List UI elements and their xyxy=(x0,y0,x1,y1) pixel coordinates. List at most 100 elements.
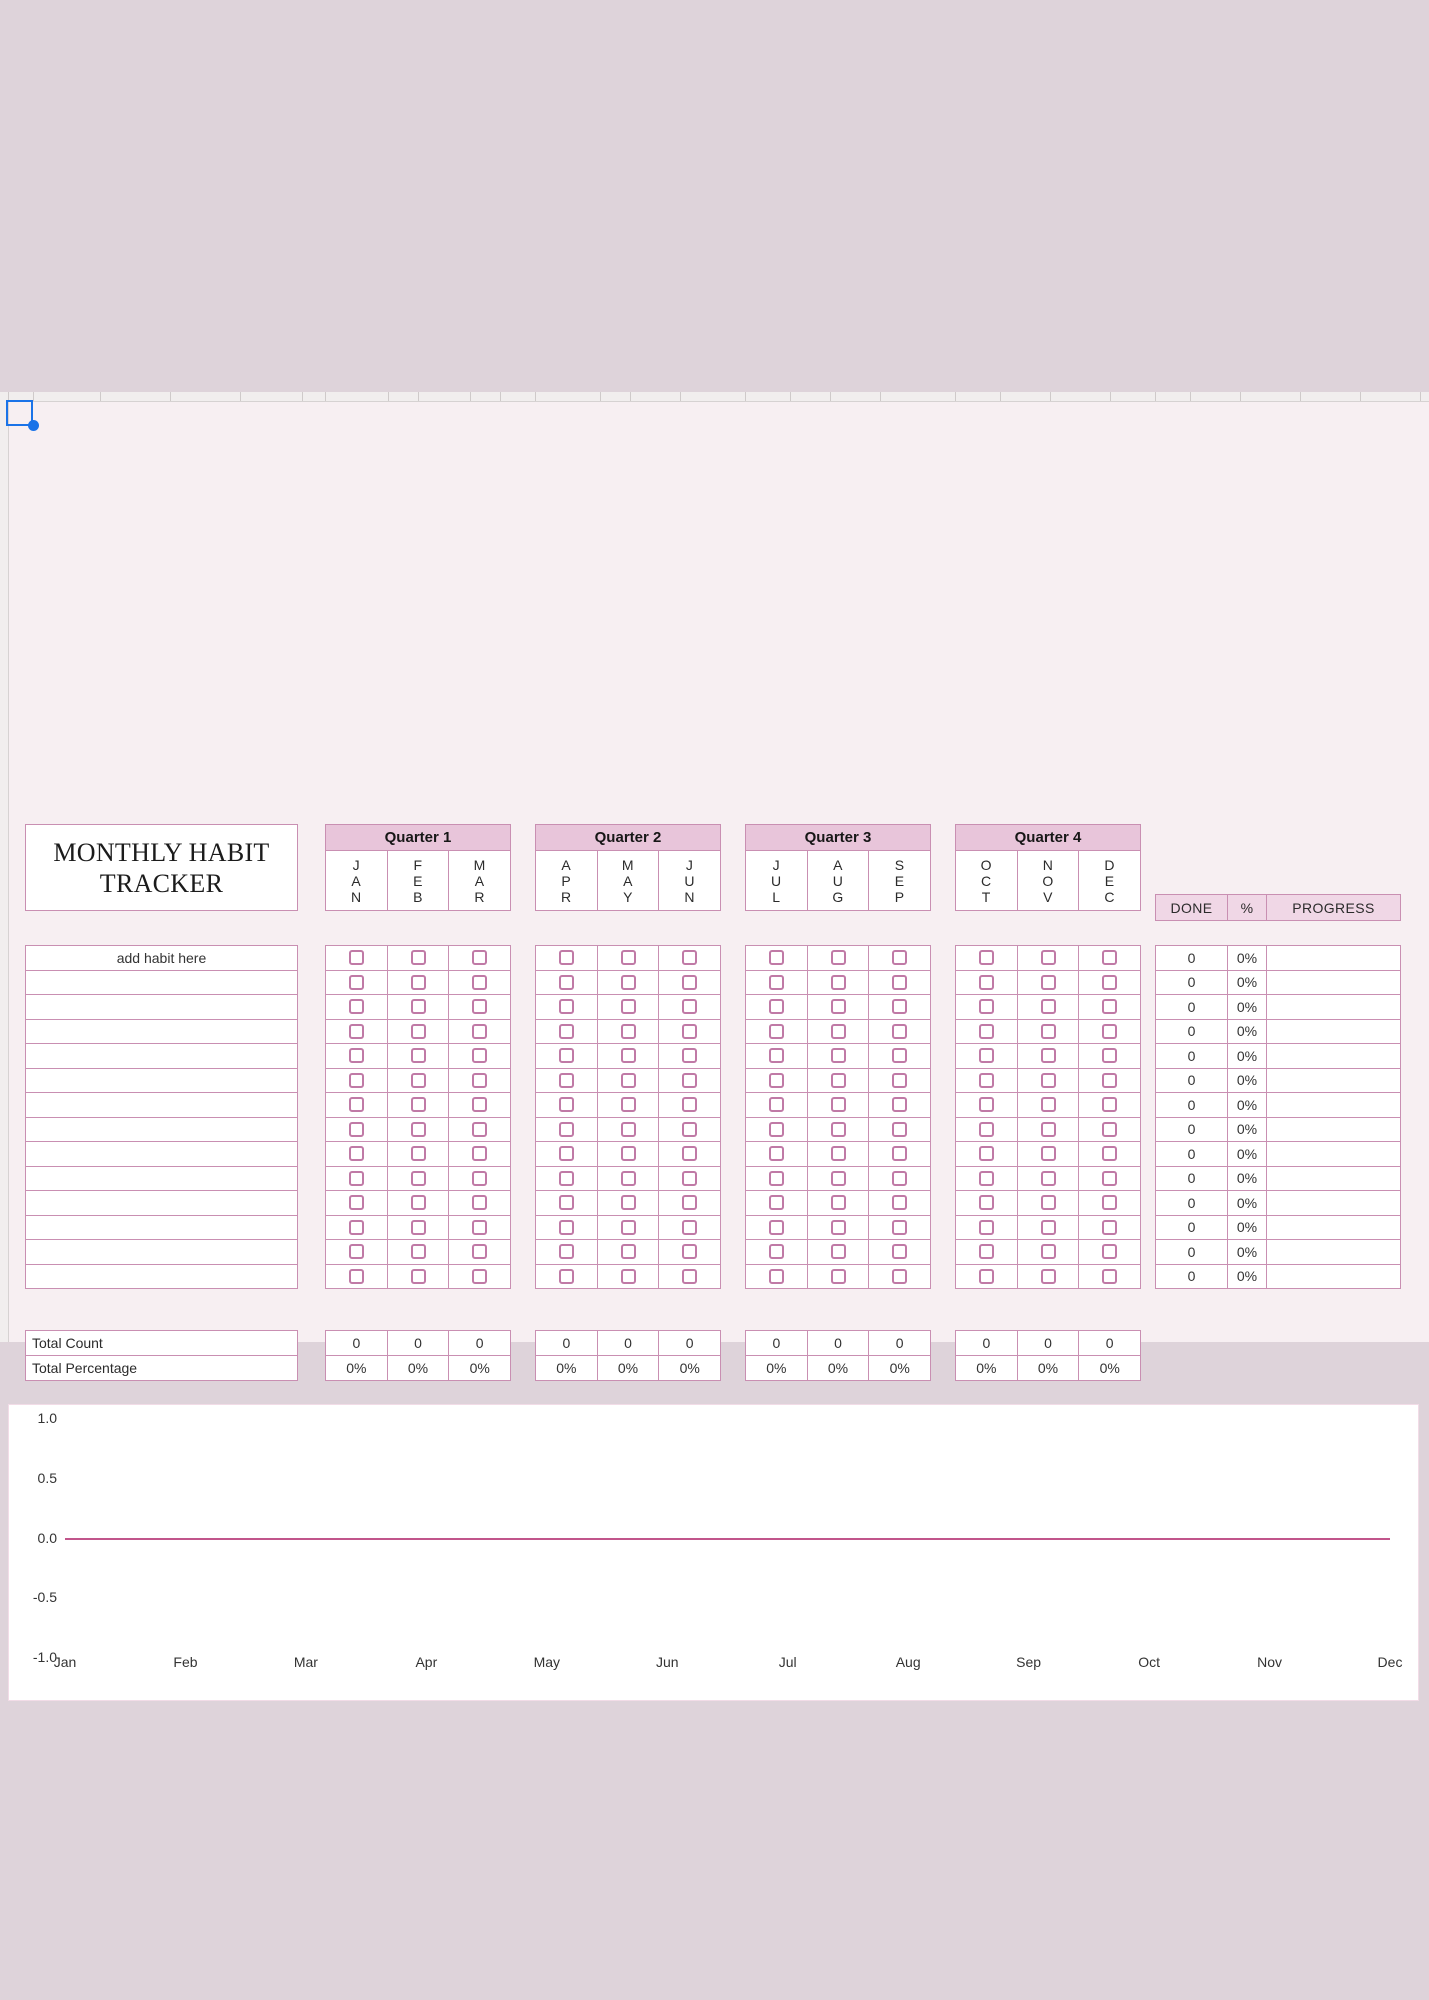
empty-checkbox-icon[interactable] xyxy=(892,974,908,990)
checkbox-cell-mar-8[interactable] xyxy=(448,1116,512,1142)
checkbox-cell-nov-12[interactable] xyxy=(1016,1214,1080,1240)
checkbox-cell-mar-5[interactable] xyxy=(448,1043,512,1069)
empty-checkbox-icon[interactable] xyxy=(892,1170,908,1186)
checkbox-cell-sep-3[interactable] xyxy=(868,994,932,1020)
spreadsheet-row-headers[interactable] xyxy=(0,401,9,1342)
habit-name-row[interactable] xyxy=(25,1043,298,1069)
checkbox-cell-aug-6[interactable] xyxy=(806,1067,870,1093)
empty-checkbox-icon[interactable] xyxy=(1102,1097,1118,1113)
checkbox-cell-jun-10[interactable] xyxy=(658,1165,722,1191)
empty-checkbox-icon[interactable] xyxy=(1040,1048,1056,1064)
checkbox-cell-sep-5[interactable] xyxy=(868,1043,932,1069)
checkbox-cell-sep-8[interactable] xyxy=(868,1116,932,1142)
checkbox-cell-aug-3[interactable] xyxy=(806,994,870,1020)
empty-checkbox-icon[interactable] xyxy=(978,1244,994,1260)
checkbox-cell-dec-10[interactable] xyxy=(1078,1165,1142,1191)
checkbox-cell-dec-12[interactable] xyxy=(1078,1214,1142,1240)
habit-name-row[interactable] xyxy=(25,969,298,995)
empty-checkbox-icon[interactable] xyxy=(1040,1121,1056,1137)
checkbox-cell-may-14[interactable] xyxy=(596,1263,660,1289)
checkbox-cell-sep-10[interactable] xyxy=(868,1165,932,1191)
checkbox-cell-feb-11[interactable] xyxy=(386,1190,450,1216)
empty-checkbox-icon[interactable] xyxy=(1040,1146,1056,1162)
empty-checkbox-icon[interactable] xyxy=(978,1170,994,1186)
checkbox-cell-jul-2[interactable] xyxy=(745,969,808,995)
checkbox-cell-feb-4[interactable] xyxy=(386,1018,450,1044)
empty-checkbox-icon[interactable] xyxy=(472,1023,488,1039)
empty-checkbox-icon[interactable] xyxy=(830,1268,846,1284)
empty-checkbox-icon[interactable] xyxy=(768,1195,784,1211)
empty-checkbox-icon[interactable] xyxy=(1102,1195,1118,1211)
empty-checkbox-icon[interactable] xyxy=(892,1048,908,1064)
checkbox-cell-nov-11[interactable] xyxy=(1016,1190,1080,1216)
checkbox-cell-may-12[interactable] xyxy=(596,1214,660,1240)
checkbox-cell-feb-3[interactable] xyxy=(386,994,450,1020)
empty-checkbox-icon[interactable] xyxy=(892,1097,908,1113)
empty-checkbox-icon[interactable] xyxy=(978,1219,994,1235)
checkbox-cell-jan-11[interactable] xyxy=(325,1190,388,1216)
page-title-card[interactable]: MONTHLY HABIT TRACKER xyxy=(25,824,298,911)
empty-checkbox-icon[interactable] xyxy=(472,1219,488,1235)
checkbox-cell-nov-6[interactable] xyxy=(1016,1067,1080,1093)
checkbox-cell-apr-5[interactable] xyxy=(535,1043,598,1069)
empty-checkbox-icon[interactable] xyxy=(410,950,426,966)
checkbox-cell-may-13[interactable] xyxy=(596,1239,660,1265)
habit-name-row[interactable] xyxy=(25,1141,298,1167)
empty-checkbox-icon[interactable] xyxy=(348,1170,364,1186)
checkbox-cell-sep-1[interactable] xyxy=(868,945,932,971)
empty-checkbox-icon[interactable] xyxy=(978,1097,994,1113)
checkbox-cell-may-6[interactable] xyxy=(596,1067,660,1093)
checkbox-cell-oct-13[interactable] xyxy=(955,1239,1018,1265)
checkbox-cell-apr-11[interactable] xyxy=(535,1190,598,1216)
empty-checkbox-icon[interactable] xyxy=(830,999,846,1015)
checkbox-cell-may-5[interactable] xyxy=(596,1043,660,1069)
empty-checkbox-icon[interactable] xyxy=(892,999,908,1015)
checkbox-cell-jan-8[interactable] xyxy=(325,1116,388,1142)
empty-checkbox-icon[interactable] xyxy=(410,1195,426,1211)
empty-checkbox-icon[interactable] xyxy=(348,1268,364,1284)
empty-checkbox-icon[interactable] xyxy=(472,1097,488,1113)
empty-checkbox-icon[interactable] xyxy=(768,974,784,990)
empty-checkbox-icon[interactable] xyxy=(1102,1268,1118,1284)
empty-checkbox-icon[interactable] xyxy=(410,974,426,990)
empty-checkbox-icon[interactable] xyxy=(348,1146,364,1162)
checkbox-cell-dec-8[interactable] xyxy=(1078,1116,1142,1142)
checkbox-cell-mar-7[interactable] xyxy=(448,1092,512,1118)
empty-checkbox-icon[interactable] xyxy=(768,950,784,966)
checkbox-cell-jun-13[interactable] xyxy=(658,1239,722,1265)
checkbox-cell-aug-2[interactable] xyxy=(806,969,870,995)
checkbox-cell-nov-2[interactable] xyxy=(1016,969,1080,995)
checkbox-cell-oct-4[interactable] xyxy=(955,1018,1018,1044)
checkbox-cell-oct-2[interactable] xyxy=(955,969,1018,995)
empty-checkbox-icon[interactable] xyxy=(682,1244,698,1260)
checkbox-cell-may-9[interactable] xyxy=(596,1141,660,1167)
empty-checkbox-icon[interactable] xyxy=(410,1244,426,1260)
empty-checkbox-icon[interactable] xyxy=(558,1219,574,1235)
empty-checkbox-icon[interactable] xyxy=(682,1170,698,1186)
checkbox-cell-may-11[interactable] xyxy=(596,1190,660,1216)
checkbox-cell-apr-4[interactable] xyxy=(535,1018,598,1044)
checkbox-cell-nov-13[interactable] xyxy=(1016,1239,1080,1265)
checkbox-cell-jan-14[interactable] xyxy=(325,1263,388,1289)
empty-checkbox-icon[interactable] xyxy=(1102,1146,1118,1162)
checkbox-cell-feb-9[interactable] xyxy=(386,1141,450,1167)
checkbox-cell-feb-12[interactable] xyxy=(386,1214,450,1240)
empty-checkbox-icon[interactable] xyxy=(558,1072,574,1088)
checkbox-cell-oct-3[interactable] xyxy=(955,994,1018,1020)
checkbox-cell-nov-3[interactable] xyxy=(1016,994,1080,1020)
checkbox-cell-dec-5[interactable] xyxy=(1078,1043,1142,1069)
checkbox-cell-dec-1[interactable] xyxy=(1078,945,1142,971)
empty-checkbox-icon[interactable] xyxy=(682,999,698,1015)
empty-checkbox-icon[interactable] xyxy=(892,1121,908,1137)
empty-checkbox-icon[interactable] xyxy=(472,999,488,1015)
checkbox-cell-jun-8[interactable] xyxy=(658,1116,722,1142)
empty-checkbox-icon[interactable] xyxy=(978,950,994,966)
empty-checkbox-icon[interactable] xyxy=(978,1121,994,1137)
empty-checkbox-icon[interactable] xyxy=(830,974,846,990)
empty-checkbox-icon[interactable] xyxy=(410,1219,426,1235)
habit-name-row[interactable] xyxy=(25,1165,298,1191)
empty-checkbox-icon[interactable] xyxy=(348,1244,364,1260)
checkbox-cell-jan-12[interactable] xyxy=(325,1214,388,1240)
checkbox-cell-nov-9[interactable] xyxy=(1016,1141,1080,1167)
empty-checkbox-icon[interactable] xyxy=(768,1097,784,1113)
